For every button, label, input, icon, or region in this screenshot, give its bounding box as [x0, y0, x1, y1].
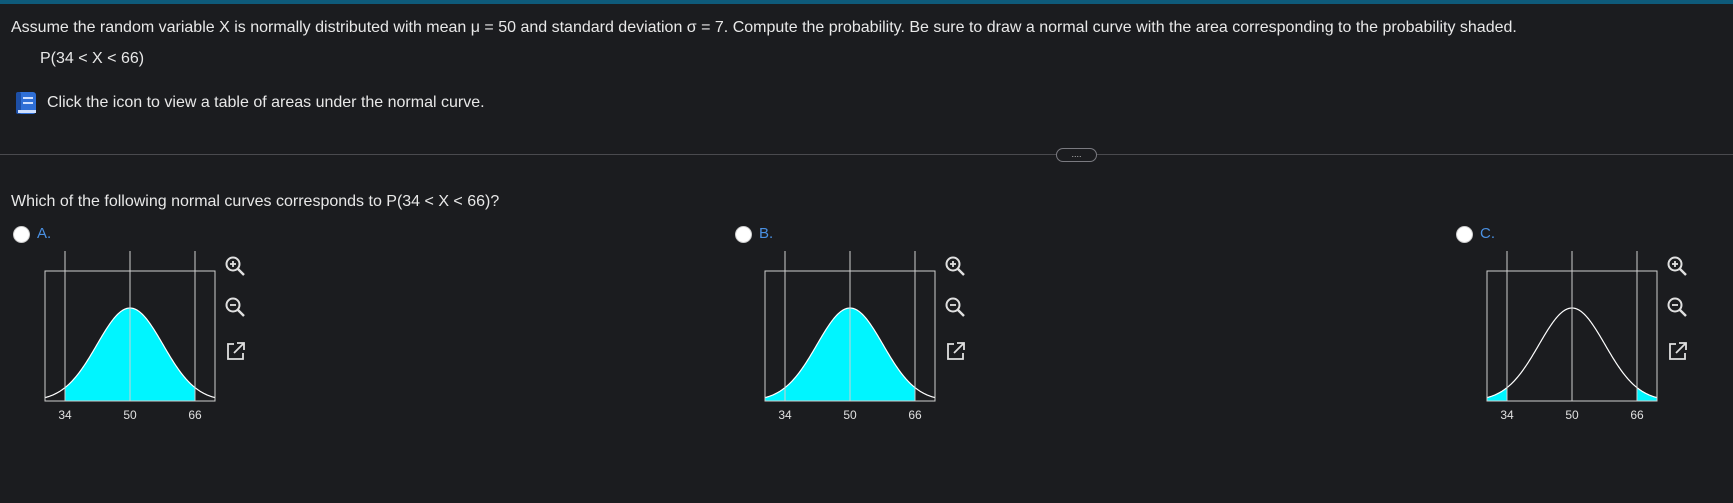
probability-expression: P(34 < X < 66)	[40, 50, 145, 67]
zoom-out-icon[interactable]	[1666, 296, 1688, 318]
radio-option-a[interactable]	[13, 226, 30, 243]
tick-label-c-34: 34	[1500, 408, 1514, 422]
tick-label-a-50: 50	[123, 408, 137, 422]
radio-option-b[interactable]	[735, 226, 752, 243]
tick-label-b-66: 66	[908, 408, 922, 422]
tick-label-b-50: 50	[843, 408, 857, 422]
table-link-text[interactable]: Click the icon to view a table of areas …	[47, 94, 485, 112]
zoom-out-icon[interactable]	[944, 296, 966, 318]
book-icon[interactable]	[13, 90, 39, 116]
problem-statement: Assume the random variable X is normally…	[11, 19, 1517, 36]
option-b-label[interactable]: B.	[759, 225, 773, 242]
zoom-in-icon[interactable]	[1666, 255, 1688, 277]
question-text: Which of the following normal curves cor…	[11, 193, 500, 210]
zoom-in-icon[interactable]	[944, 255, 966, 277]
open-external-icon[interactable]	[945, 340, 967, 362]
open-external-icon[interactable]	[225, 340, 247, 362]
curve-b-shade	[765, 308, 915, 401]
radio-option-c[interactable]	[1456, 226, 1473, 243]
zoom-in-icon[interactable]	[224, 255, 246, 277]
tick-label-c-50: 50	[1565, 408, 1579, 422]
normal-curve-graph-a: 34 50 66	[44, 251, 216, 422]
more-button[interactable]: ....	[1056, 148, 1097, 162]
top-accent-bar	[0, 0, 1733, 4]
option-c-label[interactable]: C.	[1480, 225, 1495, 242]
tick-label-c-66: 66	[1630, 408, 1644, 422]
option-a-label[interactable]: A.	[37, 225, 51, 242]
normal-curve-graph-b: 34 50 66	[764, 251, 936, 422]
tick-label-a-34: 34	[58, 408, 72, 422]
tick-label-a-66: 66	[188, 408, 202, 422]
open-external-icon[interactable]	[1667, 340, 1689, 362]
tick-label-b-34: 34	[778, 408, 792, 422]
section-divider	[0, 154, 1733, 155]
zoom-out-icon[interactable]	[224, 296, 246, 318]
normal-curve-graph-c: 34 50 66	[1486, 251, 1658, 422]
